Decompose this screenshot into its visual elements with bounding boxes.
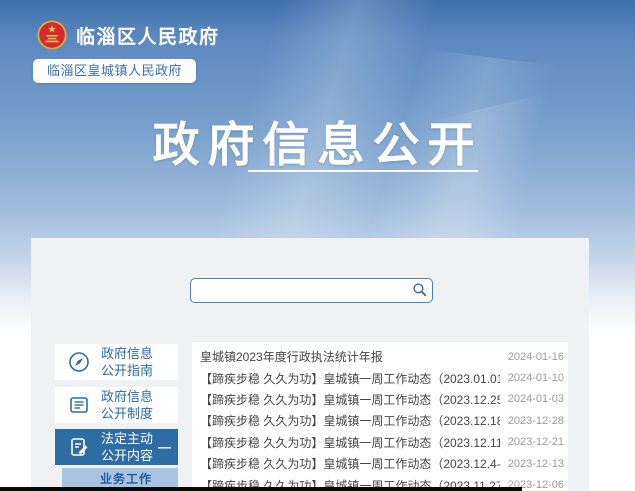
list-item: 皇城镇2023年度行政执法统计年报 2024-01-16 <box>192 346 568 367</box>
sub-site-tab[interactable]: 临淄区皇城镇人民政府 <box>33 59 196 83</box>
article-date: 2024-01-16 <box>508 351 564 363</box>
title-underline <box>248 170 478 172</box>
article-link[interactable]: 皇城镇2023年度行政执法统计年报 <box>200 348 383 365</box>
national-emblem-icon: ★ <box>37 20 67 50</box>
sidebar-item-rules[interactable]: 政府信息 公开制度 <box>55 387 178 423</box>
list-item: 【蹄疾步稳 久久为功】皇城镇一周工作动态（2023.01.01-2023.01.… <box>192 367 568 388</box>
article-link[interactable]: 【蹄疾步稳 久久为功】皇城镇一周工作动态（2023.12.11-2023.12.… <box>200 434 500 451</box>
collapse-minus-icon[interactable]: — <box>158 440 171 455</box>
svg-text:★: ★ <box>47 25 56 36</box>
clipboard-pencil-icon <box>64 434 94 460</box>
document-icon <box>64 392 94 418</box>
article-link[interactable]: 【蹄疾步稳 久久为功】皇城镇一周工作动态（2023.01.01-2023.01.… <box>200 370 500 387</box>
list-item: 【蹄疾步稳 久久为功】皇城镇一周工作动态（2023.12.18-2023.12.… <box>192 410 568 431</box>
list-item: 【蹄疾步稳 久久为功】皇城镇一周工作动态（2023.12.11-2023.12.… <box>192 432 568 453</box>
article-date: 2023-12-21 <box>508 436 564 448</box>
sidebar-item-label: 法定主动 公开内容 <box>101 430 153 464</box>
list-item: 【蹄疾步稳 久久为功】皇城镇一周工作动态（2023.12.25-2023.12.… <box>192 389 568 410</box>
article-date: 2023-12-28 <box>508 415 564 427</box>
compass-icon <box>64 349 94 375</box>
sidebar-item-statutory-disclosure[interactable]: 法定主动 公开内容 — <box>55 429 178 465</box>
search-button[interactable] <box>406 279 432 302</box>
sidebar-item-guide[interactable]: 政府信息 公开指南 <box>55 344 178 380</box>
search-icon <box>411 281 428 301</box>
page-title: 政府信息公开 <box>0 106 635 175</box>
sidebar-item-label: 政府信息 公开指南 <box>101 345 153 379</box>
screenshot-bottom-edge <box>0 487 522 491</box>
article-link[interactable]: 【蹄疾步稳 久久为功】皇城镇一周工作动态（2023.12.25-2023.12.… <box>200 391 500 408</box>
article-date: 2024-01-03 <box>508 393 564 405</box>
article-list: 皇城镇2023年度行政执法统计年报 2024-01-16 【蹄疾步稳 久久为功】… <box>192 342 568 491</box>
article-date: 2023-12-13 <box>508 458 564 470</box>
content-panel: 政府信息 公开指南 政府信息 公开制度 <box>31 238 589 491</box>
article-link[interactable]: 【蹄疾步稳 久久为功】皇城镇一周工作动态（2023.12.18-2023.12.… <box>200 412 500 429</box>
search-box <box>190 278 433 303</box>
sidebar-item-label: 政府信息 公开制度 <box>101 388 153 422</box>
search-input[interactable] <box>191 279 406 302</box>
site-name[interactable]: 临淄区人民政府 <box>76 22 220 49</box>
article-date: 2024-01-10 <box>508 372 564 384</box>
government-info-page: ★ 临淄区人民政府 临淄区皇城镇人民政府 政府信息公开 <box>0 0 635 491</box>
article-link[interactable]: 【蹄疾步稳 久久为功】皇城镇一周工作动态（2023.12.4-2023.12.1… <box>200 455 500 472</box>
list-item: 【蹄疾步稳 久久为功】皇城镇一周工作动态（2023.12.4-2023.12.1… <box>192 453 568 474</box>
